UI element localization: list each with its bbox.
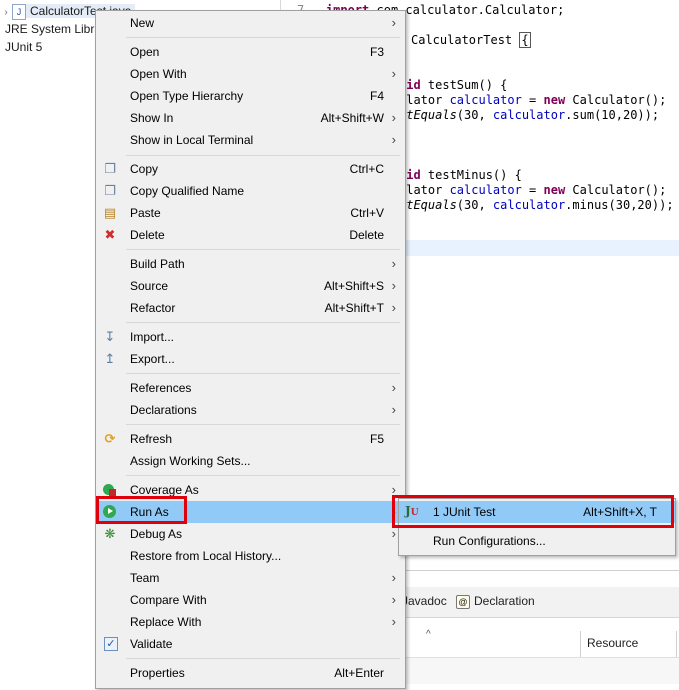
menu-item-team[interactable]: Team › bbox=[96, 567, 405, 589]
junit-icon: JU bbox=[405, 504, 419, 518]
submenu-arrow-icon: › bbox=[391, 15, 396, 30]
sort-ascending-icon[interactable]: ^ bbox=[426, 629, 431, 640]
submenu-arrow-icon: › bbox=[391, 482, 396, 497]
submenu-arrow-icon: › bbox=[391, 278, 396, 293]
code-line-test-minus-decl: ulator calculator = new Calculator(); bbox=[399, 183, 667, 197]
paste-icon: ▤ bbox=[103, 205, 117, 220]
java-file-icon: J bbox=[12, 3, 26, 20]
menu-item-open-with[interactable]: Open With › bbox=[96, 63, 405, 85]
declaration-icon: @ bbox=[456, 594, 470, 609]
submenu-arrow-icon: › bbox=[391, 504, 396, 519]
tree-item-label: JUnit 5 bbox=[5, 40, 43, 54]
column-divider[interactable] bbox=[580, 631, 581, 657]
coverage-icon bbox=[102, 482, 118, 498]
submenu-arrow-icon: › bbox=[391, 614, 396, 629]
tree-item-jre-system-library[interactable]: JRE System Libra bbox=[5, 19, 101, 39]
submenu-arrow-icon: › bbox=[391, 66, 396, 81]
menu-item-import[interactable]: ↧ Import... bbox=[96, 326, 405, 348]
menu-item-show-in[interactable]: Show In Alt+Shift+W › bbox=[96, 107, 405, 129]
submenu-arrow-icon: › bbox=[391, 592, 396, 607]
debug-bug-icon: ❋ bbox=[104, 526, 116, 541]
menu-item-junit-test[interactable]: JU 1 JUnit Test Alt+Shift+X, T bbox=[399, 501, 675, 523]
export-icon: ↥ bbox=[104, 351, 116, 366]
menu-item-copy-qualified-name[interactable]: ❐ Copy Qualified Name bbox=[96, 180, 405, 202]
submenu-arrow-icon: › bbox=[391, 110, 396, 125]
menu-item-source[interactable]: Source Alt+Shift+S › bbox=[96, 275, 405, 297]
menu-separator bbox=[126, 249, 400, 250]
menu-item-restore-local-history[interactable]: Restore from Local History... bbox=[96, 545, 405, 567]
menu-item-run-as[interactable]: Run As › bbox=[96, 501, 405, 523]
menu-item-copy[interactable]: ❐ Copy Ctrl+C bbox=[96, 158, 405, 180]
tree-item-label: JRE System Libra bbox=[5, 22, 102, 36]
menu-item-debug-as[interactable]: ❋ Debug As › bbox=[96, 523, 405, 545]
code-line-test-minus-assert: rtEquals(30, calculator.minus(30,20)); bbox=[399, 198, 674, 212]
validate-checkbox-icon: ✓ bbox=[102, 636, 118, 652]
menu-separator bbox=[126, 424, 400, 425]
code-line-test-sum-decl: ulator calculator = new Calculator(); bbox=[399, 93, 667, 107]
menu-item-export[interactable]: ↥ Export... bbox=[96, 348, 405, 370]
submenu-arrow-icon: › bbox=[391, 402, 396, 417]
menu-item-validate[interactable]: ✓ Validate bbox=[96, 633, 405, 655]
tab-declaration[interactable]: @ Declaration bbox=[456, 594, 535, 609]
submenu-arrow-icon: › bbox=[391, 570, 396, 585]
column-header-resource[interactable]: Resource bbox=[587, 636, 638, 650]
run-icon bbox=[102, 504, 118, 520]
tab-javadoc[interactable]: Javadoc bbox=[402, 594, 447, 608]
menu-item-properties[interactable]: Properties Alt+Enter bbox=[96, 662, 405, 684]
context-menu: New › Open F3 Open With › Open Type Hierarc… bbox=[95, 10, 406, 689]
menu-item-new[interactable]: New › bbox=[96, 12, 405, 34]
menu-item-replace-with[interactable]: Replace With › bbox=[96, 611, 405, 633]
submenu-arrow-icon: › bbox=[391, 256, 396, 271]
submenu-arrow-icon: › bbox=[391, 300, 396, 315]
menu-separator bbox=[126, 658, 400, 659]
menu-item-refactor[interactable]: Refactor Alt+Shift+T › bbox=[96, 297, 405, 319]
menu-separator bbox=[126, 475, 400, 476]
menu-separator bbox=[126, 322, 400, 323]
menu-item-references[interactable]: References › bbox=[96, 377, 405, 399]
submenu-arrow-icon: › bbox=[391, 132, 396, 147]
code-line-test-sum-assert: rtEquals(30, calculator.sum(10,20)); bbox=[399, 108, 660, 122]
submenu-arrow-icon: › bbox=[391, 380, 396, 395]
menu-item-open-type-hierarchy[interactable]: Open Type Hierarchy F4 bbox=[96, 85, 405, 107]
menu-item-open[interactable]: Open F3 bbox=[96, 41, 405, 63]
menu-item-coverage-as[interactable]: Coverage As › bbox=[96, 479, 405, 501]
copy-qualified-name-icon: ❐ bbox=[104, 183, 116, 198]
package-explorer: › J CalculatorTest.java JRE System Libra J… bbox=[0, 0, 136, 689]
run-as-submenu: JU 1 JUnit Test Alt+Shift+X, T Run Configu… bbox=[398, 498, 676, 556]
column-divider[interactable] bbox=[676, 631, 677, 657]
menu-item-delete[interactable]: ✖ Delete Delete bbox=[96, 224, 405, 246]
menu-item-declarations[interactable]: Declarations › bbox=[96, 399, 405, 421]
copy-icon: ❐ bbox=[104, 161, 116, 176]
code-line-class: CalculatorTest { bbox=[411, 32, 531, 48]
menu-separator bbox=[126, 37, 400, 38]
import-icon: ↧ bbox=[104, 329, 116, 344]
code-line-test-minus-signature: oid testMinus() { bbox=[399, 168, 522, 182]
menu-item-compare-with[interactable]: Compare With › bbox=[96, 589, 405, 611]
submenu-arrow-icon: › bbox=[391, 526, 396, 541]
tree-item-junit5[interactable]: JUnit 5 bbox=[5, 37, 42, 57]
menu-item-paste[interactable]: ▤ Paste Ctrl+V bbox=[96, 202, 405, 224]
menu-separator bbox=[126, 155, 400, 156]
menu-item-run-configurations[interactable]: Run Configurations... bbox=[399, 530, 675, 552]
menu-item-refresh[interactable]: ⟳ Refresh F5 bbox=[96, 428, 405, 450]
delete-icon: ✖ bbox=[104, 227, 116, 242]
code-line-test-sum-signature: oid testSum() { bbox=[399, 78, 508, 92]
menu-separator bbox=[126, 373, 400, 374]
menu-item-show-in-local-terminal[interactable]: Show in Local Terminal › bbox=[96, 129, 405, 151]
menu-item-assign-working-sets[interactable]: Assign Working Sets... bbox=[96, 450, 405, 472]
menu-item-build-path[interactable]: Build Path › bbox=[96, 253, 405, 275]
refresh-icon: ⟳ bbox=[104, 431, 116, 446]
